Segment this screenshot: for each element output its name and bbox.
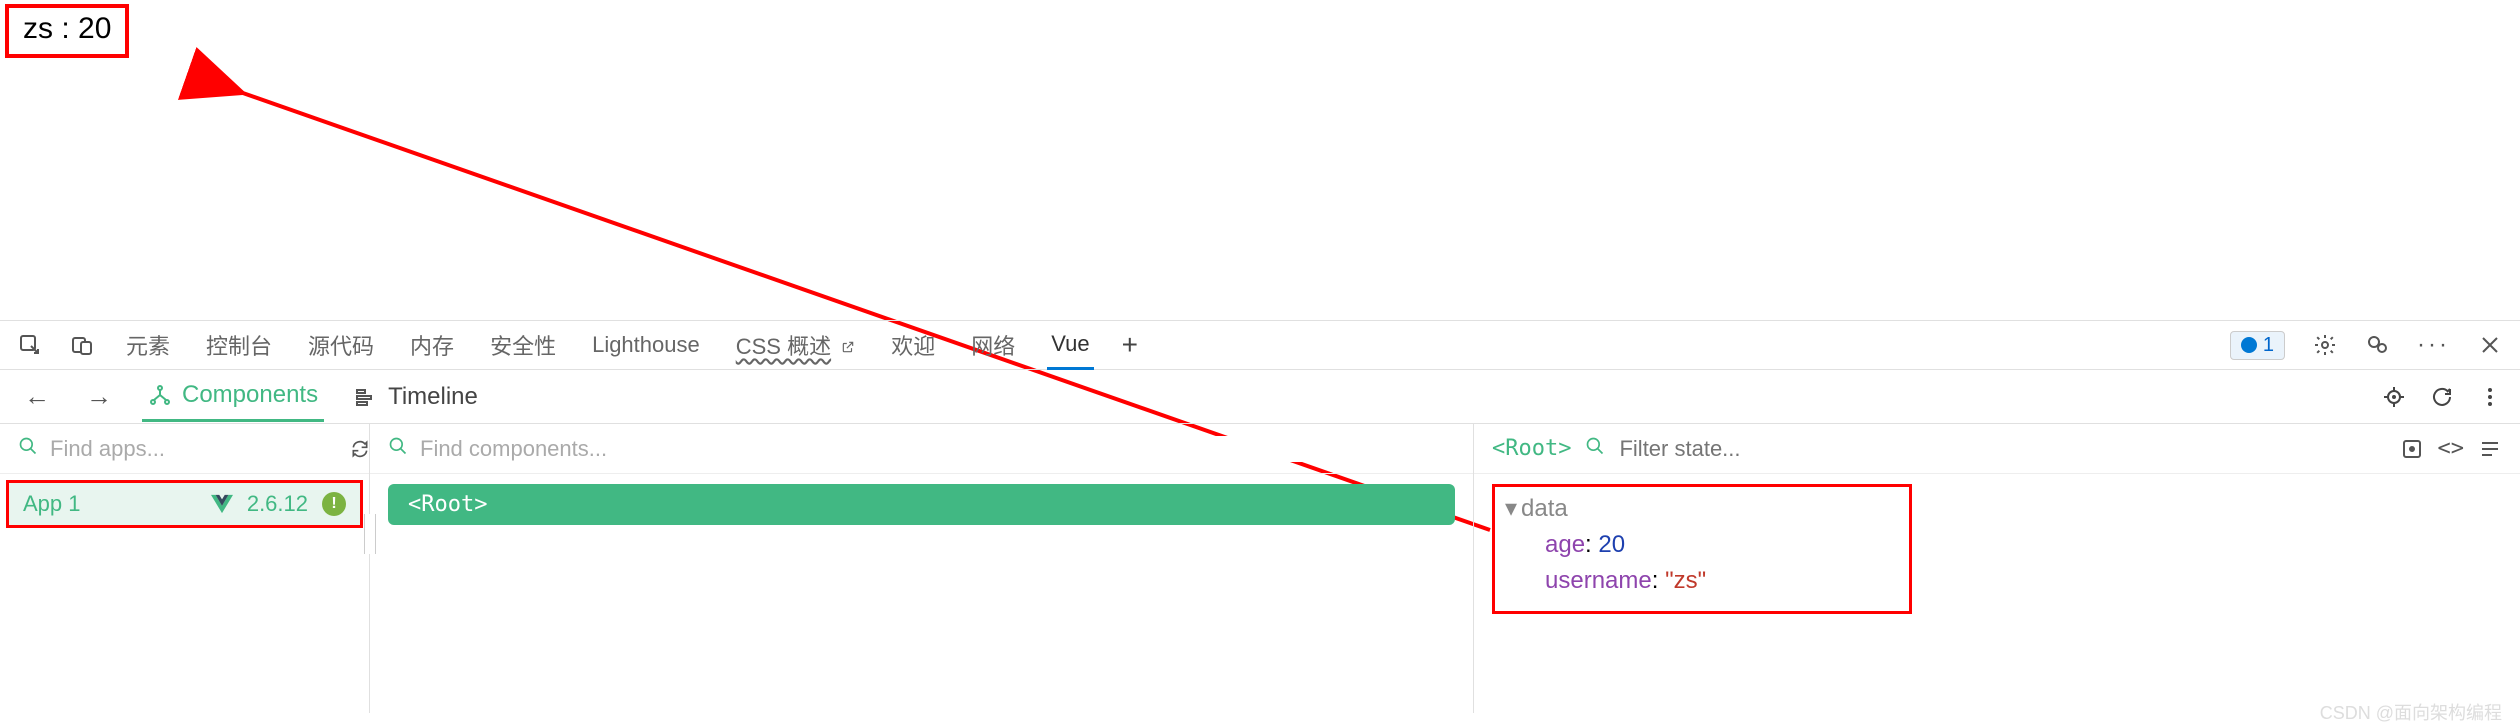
issues-badge[interactable]: 1 (2230, 331, 2285, 360)
state-header: <Root> <> (1474, 424, 2520, 474)
components-search-row (370, 424, 1473, 474)
open-in-editor-icon[interactable]: <> (2438, 436, 2465, 461)
nav-forward-icon[interactable]: → (80, 381, 118, 412)
tab-elements[interactable]: 元素 (122, 319, 174, 371)
refresh-apps-icon[interactable] (350, 439, 370, 459)
tab-vue[interactable]: Vue (1047, 321, 1093, 370)
vue-tab-components[interactable]: Components (142, 371, 324, 422)
tab-css-overview-label: CSS 概述 (736, 334, 831, 359)
tab-memory[interactable]: 内存 (406, 319, 458, 371)
close-devtools-icon[interactable] (2478, 333, 2502, 357)
refresh-icon[interactable] (2430, 385, 2454, 409)
search-icon (388, 436, 408, 462)
data-section-label: data (1521, 495, 1568, 522)
state-menu-icon[interactable] (2478, 437, 2502, 461)
vue-logo-icon (211, 494, 233, 514)
watermark: CSDN @面向架构编程 (2320, 699, 2502, 725)
data-row-username[interactable]: username: "zs" (1505, 563, 1899, 599)
tab-welcome[interactable]: 欢迎 (887, 319, 939, 371)
timeline-icon (354, 385, 378, 409)
app-warning-badge: ! (322, 492, 346, 516)
state-data-box: ▾data age: 20 username: "zs" (1492, 484, 1912, 614)
tab-network[interactable]: 网络 (967, 319, 1019, 371)
data-section-row[interactable]: ▾data (1505, 491, 1899, 527)
components-icon (148, 383, 172, 407)
scroll-to-component-icon[interactable] (2400, 437, 2424, 461)
feedback-icon[interactable] (2365, 333, 2389, 357)
app-version: 2.6.12 (247, 491, 308, 517)
filter-state-input[interactable] (1619, 436, 2385, 462)
apps-search-row (0, 424, 369, 474)
tab-sources[interactable]: 源代码 (304, 319, 378, 371)
device-toggle-icon[interactable] (70, 333, 94, 357)
tab-console[interactable]: 控制台 (202, 319, 276, 371)
tab-security[interactable]: 安全性 (486, 319, 560, 371)
add-tab-button[interactable]: + (1122, 329, 1138, 361)
data-row-age[interactable]: age: 20 (1505, 527, 1899, 563)
resize-handle[interactable] (364, 514, 376, 554)
data-value: 20 (1598, 531, 1625, 558)
app-list-item[interactable]: App 1 2.6.12 ! (6, 480, 363, 528)
state-panel: <Root> <> ▾data age: 20 username: "zs" (1474, 424, 2520, 713)
more-icon[interactable]: ··· (2417, 331, 2450, 359)
search-icon (18, 436, 38, 462)
caret-down-icon: ▾ (1505, 495, 1517, 522)
selected-component-label: <Root> (1492, 436, 1571, 461)
vue-devtools-bar: ← → Components Timeline (0, 370, 2520, 424)
data-key: username (1545, 567, 1652, 594)
tab-css-overview[interactable]: CSS 概述 (732, 319, 859, 371)
data-value: "zs" (1665, 567, 1706, 594)
devtools-tab-bar: 元素 控制台 源代码 内存 安全性 Lighthouse CSS 概述 欢迎 网… (0, 320, 2520, 370)
search-icon (1585, 436, 1605, 462)
tab-lighthouse[interactable]: Lighthouse (588, 322, 704, 368)
component-tree-panel: <Root> (370, 424, 1474, 713)
kebab-menu-icon[interactable] (2478, 385, 2502, 409)
nav-back-icon[interactable]: ← (18, 381, 56, 412)
find-apps-input[interactable] (50, 436, 338, 462)
issues-dot-icon (2241, 337, 2257, 353)
locate-icon[interactable] (2382, 385, 2406, 409)
settings-icon[interactable] (2313, 333, 2337, 357)
apps-panel: App 1 2.6.12 ! (0, 424, 370, 713)
vue-tab-components-label: Components (182, 381, 318, 409)
inspect-icon[interactable] (18, 333, 42, 357)
component-tree-root[interactable]: <Root> (388, 484, 1455, 525)
vue-tab-timeline[interactable]: Timeline (348, 373, 484, 421)
app-name: App 1 (23, 491, 81, 517)
data-key: age (1545, 531, 1585, 558)
find-components-input[interactable] (420, 436, 1455, 462)
external-link-icon (841, 340, 855, 354)
issues-count: 1 (2263, 334, 2274, 357)
vue-tab-timeline-label: Timeline (388, 383, 478, 411)
page-output: zs : 20 (5, 4, 129, 58)
